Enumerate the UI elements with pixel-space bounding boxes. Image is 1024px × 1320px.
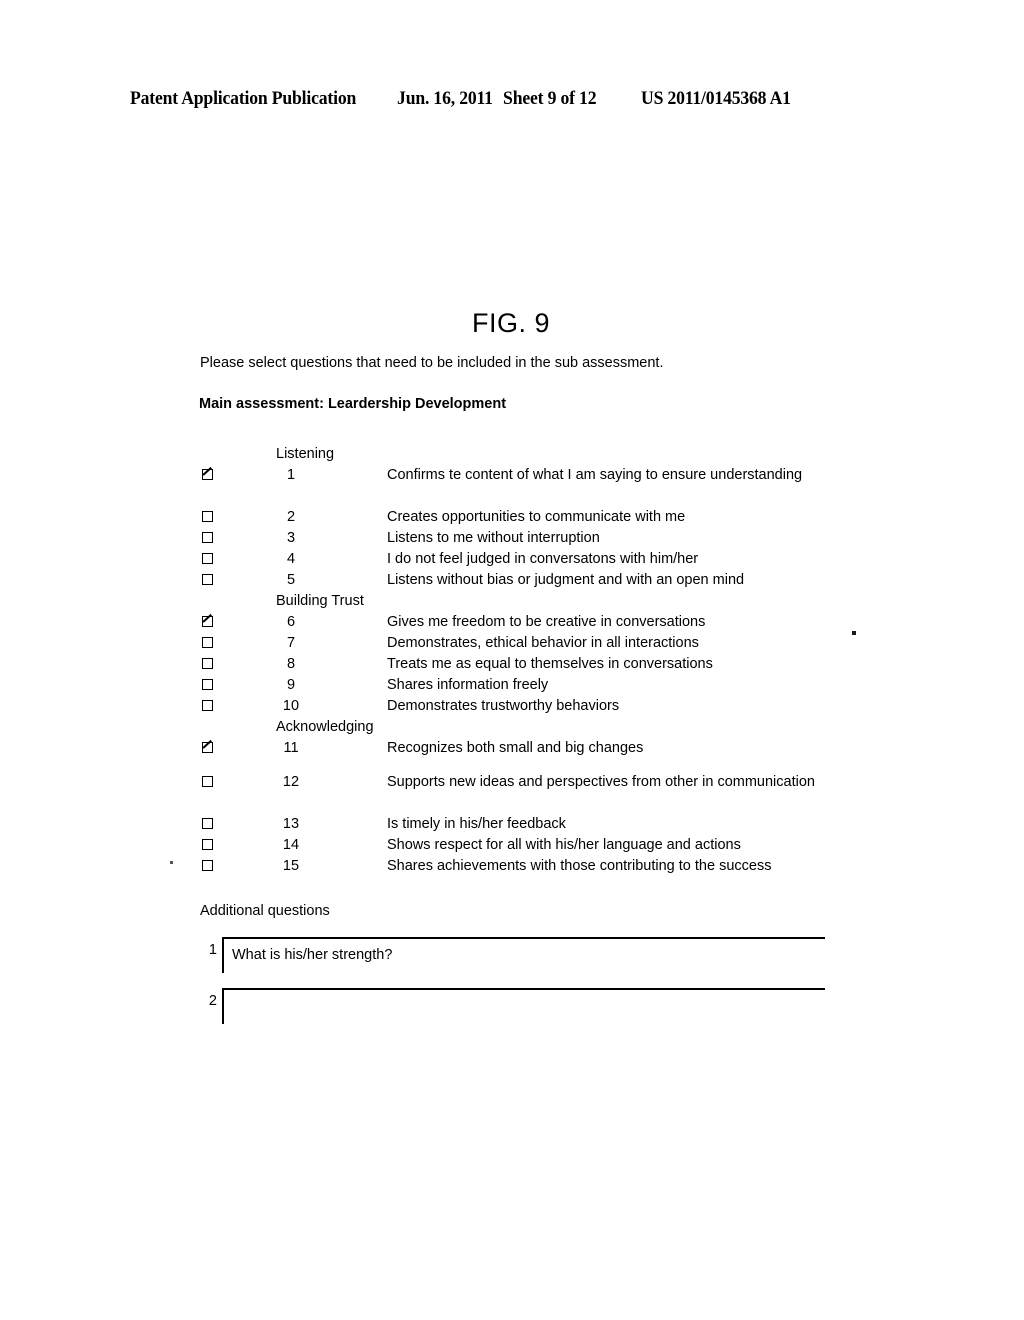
additional-question-input-1[interactable]: What is his/her strength? (222, 937, 825, 973)
question-row: 7 Demonstrates, ethical behavior in all i… (0, 633, 1024, 654)
question-row: 14 Shows respect for all with his/her lan… (0, 835, 1024, 856)
question-list: Listening 1 Confirms te content of what I … (0, 444, 1024, 877)
additional-question-input-2[interactable] (222, 988, 825, 1024)
question-checkbox[interactable] (202, 679, 213, 690)
question-row: 11 Recognizes both small and big changes (0, 738, 1024, 759)
publication-type-label: Patent Application Publication (130, 88, 357, 109)
question-text: Confirms te content of what I am saying … (387, 467, 803, 483)
question-row: 15 Shares achievements with those contrib… (0, 856, 1024, 877)
question-checkbox[interactable] (202, 637, 213, 648)
question-text: Shows respect for all with his/her langu… (387, 837, 741, 853)
question-text: Shares information freely (387, 677, 549, 693)
patent-running-header: Patent Application Publication Jun. 16, … (130, 88, 829, 114)
figure-label: FIG. 9 (0, 308, 1024, 339)
question-checkbox[interactable] (202, 839, 213, 850)
question-text: Shares achievements with those contribut… (387, 858, 772, 874)
question-row: 9 Shares information freely (0, 675, 1024, 696)
question-checkbox[interactable] (202, 574, 213, 585)
question-text: Is timely in his/her feedback (387, 816, 566, 832)
publication-number: US 2011/0145368 A1 (640, 88, 791, 109)
question-checkbox[interactable] (202, 700, 213, 711)
publication-date: Jun. 16, 2011 (397, 88, 493, 109)
additional-question-value: What is his/her strength? (232, 947, 393, 963)
question-row: 13 Is timely in his/her feedback (0, 814, 1024, 835)
scan-speck (852, 631, 856, 635)
question-text: Demonstrates, ethical behavior in all in… (387, 635, 699, 651)
question-group-header: Listening (0, 444, 1024, 465)
question-checkbox[interactable] (202, 742, 213, 753)
question-checkbox[interactable] (202, 860, 213, 871)
question-row: 3 Listens to me without interruption (0, 528, 1024, 549)
question-checkbox[interactable] (202, 776, 213, 787)
scan-speck (170, 861, 173, 864)
question-group-header: Building Trust (0, 591, 1024, 612)
question-checkbox[interactable] (202, 658, 213, 669)
question-group-header: Acknowledging (0, 717, 1024, 738)
question-number: 2 (286, 509, 296, 525)
additional-question-number: 2 (208, 993, 217, 1009)
question-text: Recognizes both small and big changes (387, 740, 644, 756)
question-checkbox[interactable] (202, 532, 213, 543)
question-text: Listens without bias or judgment and wit… (387, 572, 745, 588)
additional-question-row: 2 (0, 986, 1024, 1026)
question-number: 8 (286, 656, 296, 672)
question-text: Gives me freedom to be creative in conve… (387, 614, 706, 630)
question-checkbox[interactable] (202, 469, 213, 480)
question-text: I do not feel judged in conversatons wit… (387, 551, 699, 567)
question-number: 1 (286, 467, 296, 483)
sheet-number: Sheet 9 of 12 (503, 88, 597, 109)
question-row: 8 Treats me as equal to themselves in con… (0, 654, 1024, 675)
question-text: Listens to me without interruption (387, 530, 600, 546)
question-number: 5 (286, 572, 296, 588)
question-number: 7 (286, 635, 296, 651)
question-number: 9 (286, 677, 296, 693)
question-row: 1 Confirms te content of what I am saying… (0, 465, 1024, 507)
question-text: Creates opportunities to communicate wit… (387, 509, 686, 525)
question-group-label: Acknowledging (276, 719, 374, 735)
question-row: 5 Listens without bias or judgment and wi… (0, 570, 1024, 591)
question-row: 4 I do not feel judged in conversatons wi… (0, 549, 1024, 570)
question-number: 3 (286, 530, 296, 546)
question-row: 12 Supports new ideas and perspectives fr… (0, 772, 1024, 814)
question-row: 10 Demonstrates trustworthy behaviors (0, 696, 1024, 717)
question-text: Demonstrates trustworthy behaviors (387, 698, 620, 714)
question-number: 6 (286, 614, 296, 630)
question-group-label: Building Trust (276, 593, 364, 609)
additional-questions-heading: Additional questions (200, 903, 330, 919)
question-text: Supports new ideas and perspectives from… (387, 774, 815, 790)
question-checkbox[interactable] (202, 511, 213, 522)
instruction-text: Please select questions that need to be … (200, 355, 664, 371)
question-group-label: Listening (276, 446, 335, 462)
question-number: 14 (282, 837, 300, 853)
question-text: Treats me as equal to themselves in conv… (387, 656, 713, 672)
figure-label-text: FIG. 9 (471, 308, 550, 338)
question-number: 15 (282, 858, 300, 874)
question-number: 11 (283, 740, 299, 756)
question-number: 13 (282, 816, 300, 832)
additional-question-number: 1 (208, 942, 217, 958)
question-row: 2 Creates opportunities to communicate wi… (0, 507, 1024, 528)
additional-question-row: 1 What is his/her strength? (0, 935, 1024, 975)
question-checkbox[interactable] (202, 818, 213, 829)
question-checkbox[interactable] (202, 616, 213, 627)
question-number: 12 (282, 774, 300, 790)
question-number: 4 (286, 551, 296, 567)
question-checkbox[interactable] (202, 553, 213, 564)
main-assessment-label: Main assessment: Leardership Development (199, 396, 507, 412)
question-number: 10 (282, 698, 300, 714)
question-row: 6 Gives me freedom to be creative in conv… (0, 612, 1024, 633)
